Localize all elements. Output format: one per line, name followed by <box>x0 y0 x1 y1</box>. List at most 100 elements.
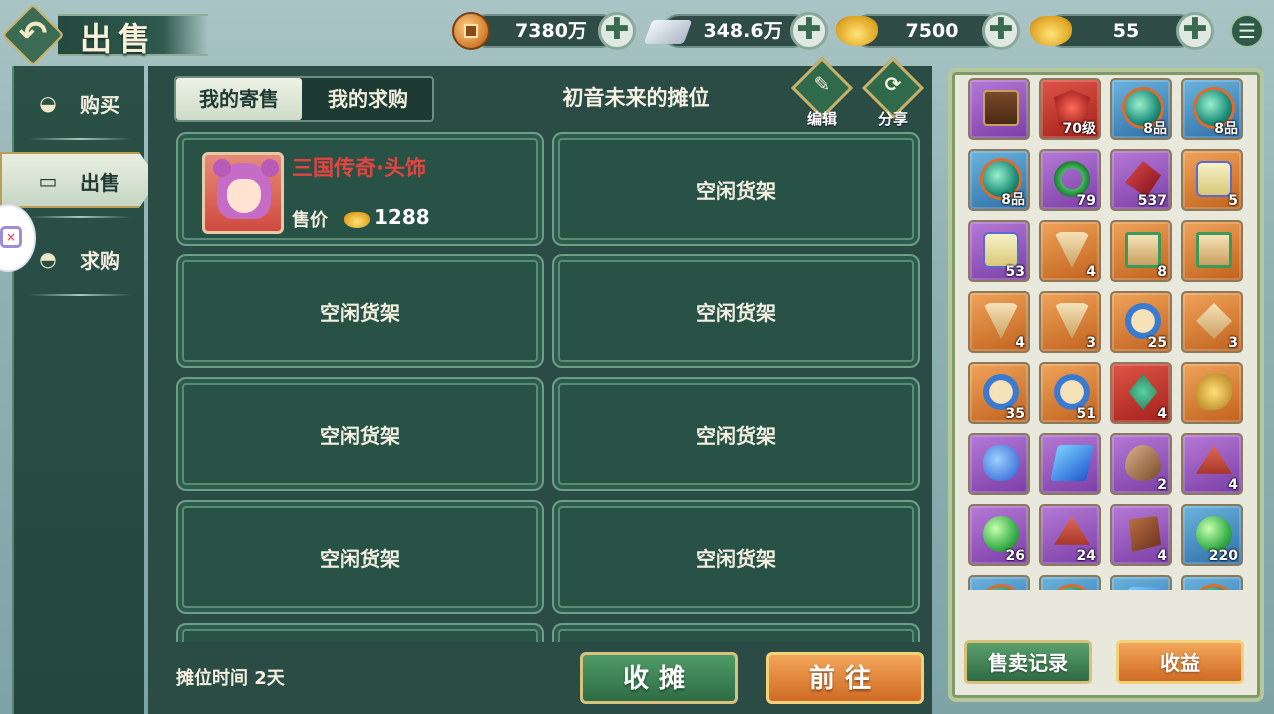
shelf-slot-empty[interactable]: 空闲货架 <box>176 500 544 614</box>
inventory-slot[interactable]: 4 <box>1110 362 1172 424</box>
copper-coin-counter: 7380万 <box>470 14 618 48</box>
shelf-slot-empty[interactable] <box>176 623 544 642</box>
block-blue-icon <box>1050 445 1094 481</box>
inventory-slot[interactable]: 2 <box>1110 433 1172 495</box>
go-to-button[interactable]: 前往 <box>766 652 924 704</box>
inventory-slot[interactable] <box>1039 433 1101 495</box>
slot-count-badge: 2 <box>1157 477 1167 493</box>
shelf-label: 空闲货架 <box>696 546 776 571</box>
slot-count-badge: 4 <box>1086 264 1096 280</box>
shelf-slot-empty[interactable]: 空闲货架 <box>176 377 544 491</box>
shelf-slot-occupied[interactable]: 三国传奇·头饰 售价 1288 <box>176 132 544 246</box>
stall-title: 初音未来的摊位 <box>562 86 710 110</box>
card-icon <box>1196 232 1232 268</box>
nav-item-sell[interactable]: ▭ 出售 <box>20 156 140 206</box>
inventory-slot[interactable]: 70级 <box>1039 78 1101 140</box>
inventory-slot[interactable] <box>1110 575 1172 590</box>
inventory-slot[interactable]: 25 <box>1110 291 1172 353</box>
inventory-slot[interactable] <box>968 433 1030 495</box>
inventory-slot[interactable]: 26 <box>968 504 1030 566</box>
gold-ingot-icon: ◒ <box>39 91 57 115</box>
slot-count-badge: 4 <box>1157 406 1167 422</box>
slot-count-badge: 35 <box>1005 406 1025 422</box>
inventory-grid: 70级 8品 8品 8品 79 537 5 53 4 8 4 3 25 3 35 51 4 2 4 26 24 4 220 <box>964 76 1248 590</box>
shelf-slot-empty[interactable]: 空闲货架 <box>552 500 920 614</box>
inventory-slot[interactable]: 4 <box>968 291 1030 353</box>
shelf-slot-empty[interactable]: 空闲货架 <box>176 254 544 368</box>
add-copper-button[interactable]: ✚ <box>598 12 636 50</box>
slot-count-badge: 24 <box>1076 548 1096 564</box>
shelf-slot-empty[interactable]: 空闲货架 <box>552 254 920 368</box>
add-gold-ingot-button[interactable]: ✚ <box>1176 12 1214 50</box>
inventory-slot[interactable]: 79 <box>1039 149 1101 211</box>
diamond-icon <box>1196 303 1232 339</box>
shelf-label: 空闲货架 <box>696 178 776 203</box>
inventory-slot[interactable] <box>1039 575 1101 590</box>
tab-my-consignment[interactable]: 我的寄售 <box>176 78 302 120</box>
inventory-slot[interactable] <box>1181 220 1243 282</box>
tab-my-requests[interactable]: 我的求购 <box>304 78 432 120</box>
shelf-slot-empty[interactable]: 空闲货架 <box>552 132 920 246</box>
share-icon[interactable]: ⟳ <box>871 72 915 96</box>
slot-count-badge: 220 <box>1208 548 1238 564</box>
block-blue-icon <box>1121 587 1165 590</box>
inventory-slot[interactable] <box>968 575 1030 590</box>
back-arrow-icon[interactable]: ↶ <box>8 12 58 56</box>
shelf-label: 空闲货架 <box>320 546 400 571</box>
nav-item-label: 求购 <box>80 248 120 273</box>
inventory-slot[interactable]: 35 <box>968 362 1030 424</box>
add-bound-gold-button[interactable]: ✚ <box>982 12 1020 50</box>
inventory-slot[interactable]: 8 <box>1110 220 1172 282</box>
gamepad-icon[interactable]: × <box>0 226 22 248</box>
inventory-slot[interactable]: 8品 <box>1110 78 1172 140</box>
edit-icon[interactable]: ✎ <box>800 72 844 96</box>
inventory-slot[interactable]: 53 <box>968 220 1030 282</box>
gem-blue-icon <box>983 445 1019 481</box>
inventory-slot[interactable]: 5 <box>1181 149 1243 211</box>
inventory-slot[interactable]: 3 <box>1181 291 1243 353</box>
nav-item-buy[interactable]: ◒ 购买 <box>20 78 140 128</box>
inventory-slot[interactable]: 51 <box>1039 362 1101 424</box>
shelf-label: 空闲货架 <box>696 300 776 325</box>
shelf-slot-empty[interactable] <box>552 623 920 642</box>
orb-icon <box>983 587 1019 590</box>
inventory-slot[interactable]: 537 <box>1110 149 1172 211</box>
item-avatar-image <box>202 152 284 234</box>
nav-divider <box>30 216 130 218</box>
slot-count-badge: 53 <box>1005 264 1025 280</box>
edit-label: 编辑 <box>806 110 837 128</box>
earnings-button[interactable]: 收益 <box>1116 640 1244 684</box>
inventory-slot[interactable] <box>1181 362 1243 424</box>
gold-ingot-icon <box>344 212 370 228</box>
bound-gold-ingot-icon <box>836 16 878 46</box>
inventory-slot[interactable]: 4 <box>1039 220 1101 282</box>
slot-count-badge: 3 <box>1228 335 1238 351</box>
slot-count-badge: 25 <box>1147 335 1167 351</box>
nav-item-request[interactable]: ◓ 求购 <box>20 234 140 284</box>
stall-time-text: 摊位时间 2天 <box>176 668 285 689</box>
inventory-slot[interactable]: 4 <box>1181 433 1243 495</box>
inventory-slot[interactable]: 24 <box>1039 504 1101 566</box>
inventory-slot[interactable] <box>968 78 1030 140</box>
nav-item-label: 出售 <box>80 170 120 195</box>
close-stall-button[interactable]: 收摊 <box>580 652 738 704</box>
inventory-slot[interactable]: 3 <box>1039 291 1101 353</box>
copper-coin-icon <box>452 12 490 50</box>
slot-count-badge: 3 <box>1086 335 1096 351</box>
inventory-slot[interactable]: 8品 <box>1181 78 1243 140</box>
inventory-slot[interactable]: 8品 <box>968 149 1030 211</box>
seed-icon <box>1125 445 1161 481</box>
menu-list-icon[interactable]: ☰ <box>1230 14 1264 48</box>
sale-records-button[interactable]: 售卖记录 <box>964 640 1092 684</box>
add-silver-button[interactable]: ✚ <box>790 12 828 50</box>
slot-count-badge: 8品 <box>1143 121 1167 137</box>
inventory-slot[interactable] <box>1181 575 1243 590</box>
avatar-bun <box>261 159 279 177</box>
inventory-slot[interactable]: 220 <box>1181 504 1243 566</box>
pearl-icon <box>983 516 1019 552</box>
stall-icon: ▭ <box>38 169 58 193</box>
shelf-slot-empty[interactable]: 空闲货架 <box>552 377 920 491</box>
slot-count-badge: 8品 <box>1001 192 1025 208</box>
inventory-slot[interactable]: 4 <box>1110 504 1172 566</box>
orb-icon <box>1054 587 1090 590</box>
